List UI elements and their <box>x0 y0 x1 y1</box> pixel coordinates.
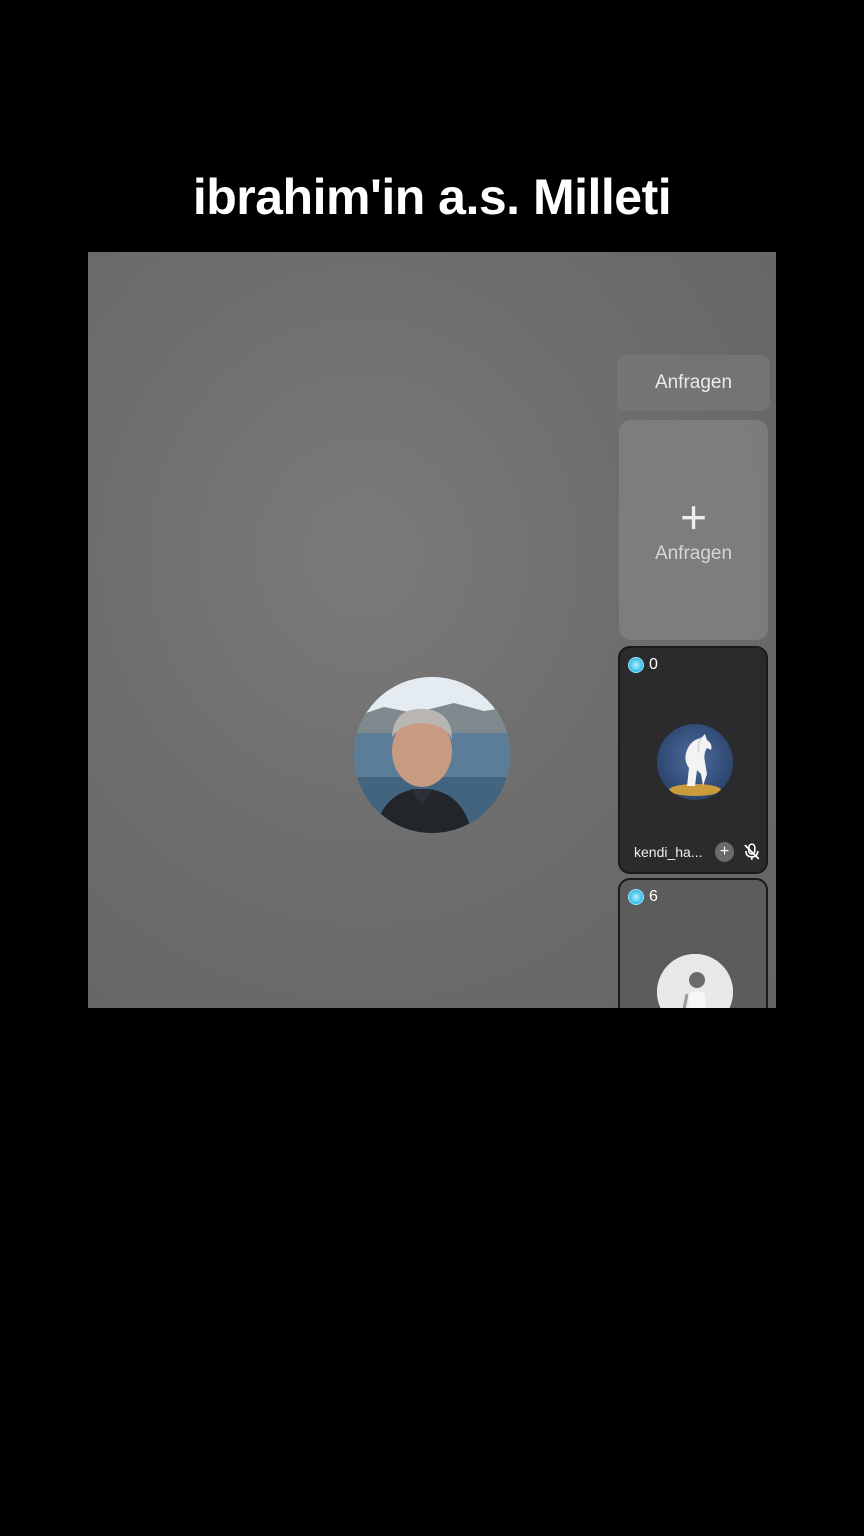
mic-off-icon <box>744 843 760 860</box>
video-caption: ibrahim'in a.s. Milleti <box>192 169 672 225</box>
guest-avatar[interactable] <box>657 724 733 800</box>
host-photo <box>354 677 510 833</box>
guest-coin-count: 6 <box>649 888 658 905</box>
white-horse-icon <box>669 734 721 796</box>
guest-card[interactable]: 6 <box>618 878 768 1008</box>
guest-column: Anfragen + Anfragen 0 kendi_ha... + 6 <box>617 252 776 1008</box>
guest-avatar[interactable] <box>657 954 733 1008</box>
coin-icon <box>628 657 644 673</box>
guest-name: kendi_ha... <box>634 844 703 860</box>
guest-coin-count: 0 <box>649 656 658 673</box>
request-slot[interactable]: + Anfragen <box>619 420 768 640</box>
coin-icon <box>628 889 644 905</box>
guest-coin-row: 6 <box>628 888 658 906</box>
plus-icon: + <box>680 491 707 543</box>
screen: ibrahim'in a.s. Milleti Anfragen + Anfra… <box>0 0 864 1536</box>
person-avatar-icon <box>657 954 733 1008</box>
follow-plus-icon[interactable]: + <box>714 842 735 862</box>
requests-button[interactable]: Anfragen <box>617 355 770 411</box>
host-avatar[interactable] <box>354 677 510 833</box>
guest-card[interactable]: 0 kendi_ha... + <box>618 646 768 874</box>
guest-coin-row: 0 <box>628 656 658 674</box>
guest-footer: kendi_ha... + <box>634 842 762 862</box>
live-stream-view: Anfragen + Anfragen 0 kendi_ha... + 6 <box>88 252 776 1008</box>
request-slot-label: Anfragen <box>654 543 733 564</box>
